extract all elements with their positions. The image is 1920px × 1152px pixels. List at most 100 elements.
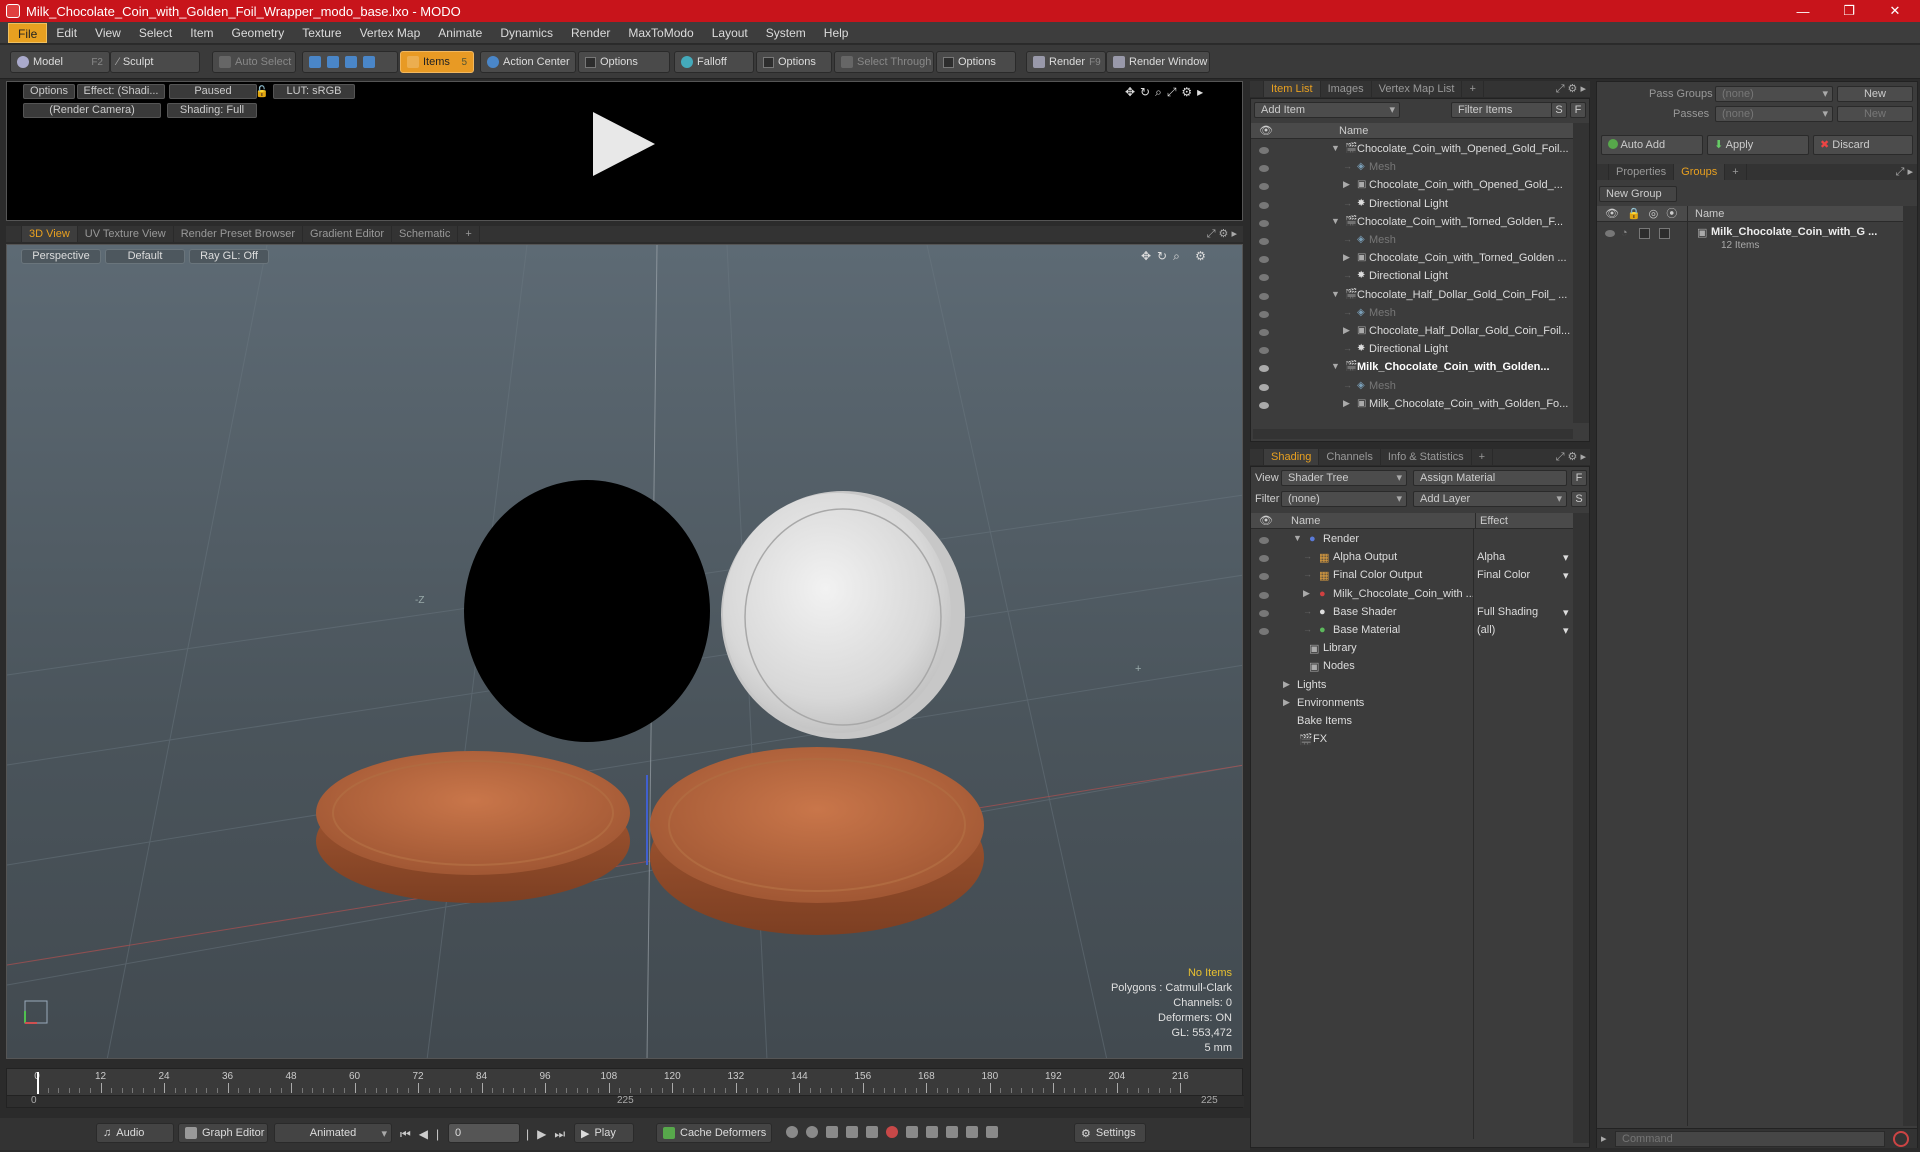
shader-tree-row[interactable]: → ● Base Shader Full Shading ▾ [1251, 604, 1573, 622]
groups-scrollbar[interactable] [1903, 206, 1917, 1126]
add-tab-button[interactable]: + [458, 226, 480, 242]
graph-editor-button[interactable]: Graph Editor [178, 1123, 268, 1143]
expand-arrow-icon[interactable]: ▶ [1283, 679, 1290, 690]
item-list-row[interactable]: → ◈ Mesh [1251, 305, 1573, 323]
right-chocolate-coin[interactable] [650, 747, 984, 903]
group-row[interactable]: ◔ ▣ Milk_Chocolate_Coin_with_G ... 12 It… [1597, 224, 1903, 258]
loop-icon[interactable] [906, 1126, 918, 1138]
shader-effect-dropdown[interactable]: Full Shading [1477, 606, 1573, 618]
silver-coin[interactable] [723, 493, 951, 733]
expand-arrow-icon[interactable]: ▶ [1303, 588, 1310, 599]
apply-button[interactable]: ⬇ Apply [1707, 135, 1809, 155]
visibility-eye-icon[interactable] [1259, 573, 1269, 581]
menu-select[interactable]: Select [130, 23, 181, 43]
shader-tree-row[interactable]: ▼ ● Render [1251, 531, 1573, 549]
menu-item[interactable]: Item [181, 23, 222, 43]
visibility-eye-icon[interactable] [1259, 238, 1269, 245]
record-icon[interactable] [886, 1126, 898, 1138]
item-list-row[interactable]: → ✸ Directional Light [1251, 341, 1573, 359]
chevron-down-icon[interactable]: ▾ [1563, 606, 1569, 619]
add-tab-button[interactable]: + [1725, 164, 1747, 180]
close-button[interactable]: ✕ [1872, 0, 1918, 22]
visibility-eye-icon[interactable] [1259, 165, 1269, 173]
pass-groups-dropdown[interactable]: (none) [1715, 86, 1833, 102]
command-expand-icon[interactable]: ▸ [1601, 1132, 1607, 1145]
tab-images[interactable]: Images [1321, 81, 1372, 97]
timeline-ruler[interactable]: 0122436486072849610812013214415616818019… [7, 1069, 1244, 1095]
tab-schematic[interactable]: Schematic [392, 226, 459, 242]
current-frame-input[interactable]: 0 [448, 1123, 520, 1143]
fit-icon[interactable] [966, 1126, 978, 1138]
command-input[interactable] [1615, 1131, 1885, 1147]
shader-effect-dropdown[interactable]: Final Color [1477, 569, 1573, 581]
maximize-button[interactable]: ❐ [1826, 0, 1872, 22]
tab-vertex-map-list[interactable]: Vertex Map List [1372, 81, 1463, 97]
visibility-eye-icon[interactable] [1259, 329, 1269, 336]
tab-uv-texture-view[interactable]: UV Texture View [78, 226, 174, 242]
visibility-eye-icon[interactable] [1259, 591, 1269, 599]
menu-file[interactable]: File [8, 22, 48, 43]
expand-arrow-icon[interactable]: ▼ [1331, 361, 1340, 371]
expand-arrow-icon[interactable]: ▼ [1293, 533, 1302, 543]
menu-system[interactable]: System [757, 23, 815, 43]
filter-f-button[interactable]: F [1570, 102, 1586, 118]
command-record-icon[interactable] [1893, 1131, 1909, 1147]
visibility-eye-icon[interactable] [1259, 365, 1269, 373]
falloff-button[interactable]: Falloff [674, 51, 754, 73]
black-coin[interactable] [464, 480, 710, 742]
item-list-row[interactable]: ▼ 🎬 Chocolate_Coin_with_Torned_Golden_F... [1251, 214, 1573, 232]
menu-view[interactable]: View [86, 23, 130, 43]
shader-tree-row[interactable]: ▣ Nodes [1251, 658, 1573, 676]
tab-shading[interactable]: Shading [1264, 449, 1320, 465]
timeline-playhead[interactable] [37, 1072, 39, 1094]
sculpt-mode-button[interactable]: ⁄ Sculpt [110, 51, 200, 73]
timeline[interactable]: 0 12 24 36 48 60 72 84 96 108 120 132 144 156 168 180 19… [6, 1068, 1244, 1108]
add-tab-button[interactable]: + [1472, 449, 1494, 465]
visibility-eye-icon[interactable] [1259, 310, 1269, 318]
viewport-layout-icons[interactable]: ⤢ ⚙ ▸ [1207, 227, 1237, 241]
preview-options-button[interactable]: Options [23, 84, 75, 99]
shading-dropdown[interactable]: Shading: Full [167, 103, 257, 118]
shader-tree-scrollbar[interactable] [1573, 513, 1589, 1143]
shader-tree-row[interactable]: ▶ Environments [1251, 695, 1573, 713]
audio-button[interactable]: ♫ Audio [96, 1123, 174, 1143]
3d-viewport[interactable]: Perspective Default Ray GL: Off ✥↻⌕ ⚙ -Z… [6, 244, 1243, 1059]
render-camera-dropdown[interactable]: (Render Camera) [23, 103, 161, 118]
discard-button[interactable]: ✖ Discard [1813, 135, 1913, 155]
expand-arrow-icon[interactable]: ▼ [1331, 143, 1340, 153]
auto-select-button[interactable]: Auto Select [212, 51, 296, 73]
falloff-options-button[interactable]: Options [756, 51, 832, 73]
play-preview-icon[interactable] [593, 112, 655, 176]
visibility-eye-icon[interactable] [1259, 537, 1269, 544]
menu-animate[interactable]: Animate [429, 23, 491, 43]
menu-render[interactable]: Render [562, 23, 619, 43]
tab-properties[interactable]: Properties [1609, 164, 1675, 180]
visibility-eye-icon[interactable] [1259, 256, 1269, 264]
filter-s-button[interactable]: S [1551, 102, 1567, 118]
step-forward-buttons[interactable]: |▶⏭ [526, 1127, 573, 1142]
tab-item-list[interactable]: Item List [1264, 81, 1321, 97]
refresh-icon[interactable] [986, 1126, 998, 1138]
default-style-dropdown[interactable]: Default [105, 249, 185, 264]
panel-options-icons[interactable]: ⤢ ⚙ ▸ [1556, 450, 1586, 464]
next-key-icon[interactable] [846, 1126, 858, 1138]
polygons-mode-icon[interactable] [345, 56, 357, 68]
add-item-dropdown[interactable]: Add Item [1254, 102, 1400, 118]
group-render-checkbox[interactable] [1659, 228, 1670, 239]
visibility-eye-icon[interactable] [1259, 219, 1269, 227]
expand-arrow-icon[interactable]: ▶ [1343, 398, 1350, 409]
add-tab-button[interactable]: + [1462, 81, 1484, 97]
menu-geometry[interactable]: Geometry [223, 23, 294, 43]
edges-mode-icon[interactable] [327, 56, 339, 68]
visibility-eye-icon[interactable] [1259, 383, 1269, 391]
delete-key-icon[interactable] [946, 1126, 958, 1138]
visibility-eye-icon[interactable] [1259, 628, 1269, 635]
minimize-button[interactable]: — [1780, 0, 1826, 22]
item-list-row[interactable]: ▶ ▣ Chocolate_Half_Dollar_Gold_Coin_Foil..… [1251, 323, 1573, 341]
shader-tree-row[interactable]: Bake Items [1251, 713, 1573, 731]
visibility-eye-icon[interactable] [1259, 555, 1269, 563]
menu-dynamics[interactable]: Dynamics [491, 23, 562, 43]
menu-help[interactable]: Help [815, 23, 858, 43]
key-all-icon[interactable] [806, 1126, 818, 1138]
shader-tree-row[interactable]: → ▦ Final Color Output Final Color ▾ [1251, 567, 1573, 585]
